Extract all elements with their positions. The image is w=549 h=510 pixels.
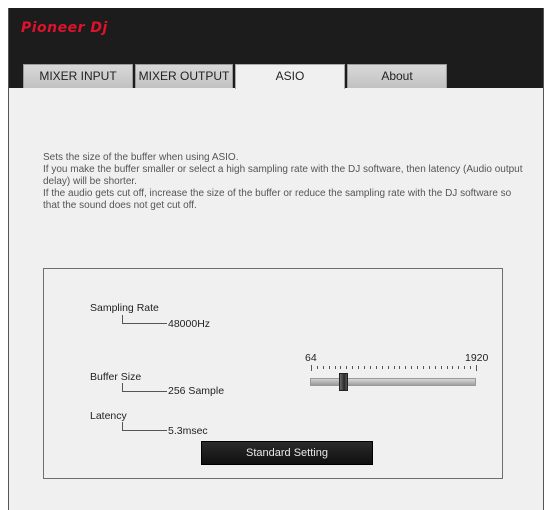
sampling-rate-value: 48000Hz xyxy=(168,318,211,330)
buffer-slider-thumb[interactable] xyxy=(339,373,348,391)
slider-tick xyxy=(352,366,353,369)
slider-tick xyxy=(323,366,324,369)
tab-bar: MIXER INPUT MIXER OUTPUT ASIO About xyxy=(23,64,449,89)
latency-bracket xyxy=(122,422,167,431)
slider-tick xyxy=(405,366,406,369)
slider-tick xyxy=(423,366,424,369)
slider-tick xyxy=(429,366,430,369)
slider-tick xyxy=(394,366,395,369)
slider-tick xyxy=(447,366,448,369)
slider-tick xyxy=(346,366,347,369)
slider-tick xyxy=(317,366,318,369)
slider-tick xyxy=(470,366,471,369)
description-line: Sets the size of the buffer when using A… xyxy=(43,152,239,163)
slider-tick xyxy=(441,366,442,369)
slider-tick xyxy=(311,365,312,371)
standard-setting-button[interactable]: Standard Setting xyxy=(201,441,373,465)
slider-tick xyxy=(458,366,459,369)
description-line: If the audio gets cut off, increase the … xyxy=(43,188,512,211)
slider-tick xyxy=(340,366,341,369)
buffer-size-value: 256 Sample xyxy=(168,385,225,397)
buffer-slider-max-label: 1920 xyxy=(465,352,489,364)
buffer-settings-panel: Sampling Rate 48000Hz Buffer Size 256 Sa… xyxy=(43,268,503,479)
asio-description: Sets the size of the buffer when using A… xyxy=(43,152,523,212)
slider-tick xyxy=(329,366,330,369)
buffer-slider-min-label: 64 xyxy=(305,352,317,364)
tab-about[interactable]: About xyxy=(347,64,447,88)
slider-tick xyxy=(399,366,400,369)
tab-mixer-output[interactable]: MIXER OUTPUT xyxy=(135,64,233,88)
slider-tick xyxy=(364,366,365,369)
pioneer-dj-logo: Pioneer Dj xyxy=(21,20,108,36)
slider-tick xyxy=(435,366,436,369)
description-line: If you make the buffer smaller or select… xyxy=(43,164,523,187)
slider-tick xyxy=(417,366,418,369)
latency-label: Latency xyxy=(90,410,127,422)
slider-tick xyxy=(388,366,389,369)
slider-tick xyxy=(335,366,336,369)
sampling-rate-bracket xyxy=(122,315,167,324)
tab-mixer-input[interactable]: MIXER INPUT xyxy=(23,64,133,88)
buffer-size-label: Buffer Size xyxy=(90,371,142,383)
slider-tick xyxy=(376,366,377,369)
tab-asio[interactable]: ASIO xyxy=(235,64,345,89)
slider-tick xyxy=(464,366,465,369)
slider-tick xyxy=(370,366,371,369)
buffer-slider-ticks xyxy=(311,365,477,371)
slider-tick xyxy=(411,366,412,369)
slider-tick xyxy=(382,366,383,369)
buffer-size-bracket xyxy=(122,383,167,392)
sampling-rate-label: Sampling Rate xyxy=(90,302,159,314)
slider-tick xyxy=(358,366,359,369)
buffer-size-slider[interactable] xyxy=(310,373,476,391)
asio-settings-window: Pioneer Dj MIXER INPUT MIXER OUTPUT ASIO… xyxy=(8,8,544,510)
slider-tick xyxy=(452,366,453,369)
app-header: Pioneer Dj MIXER INPUT MIXER OUTPUT ASIO… xyxy=(9,8,543,89)
slider-tick xyxy=(476,365,477,371)
latency-value: 5.3msec xyxy=(168,425,208,437)
